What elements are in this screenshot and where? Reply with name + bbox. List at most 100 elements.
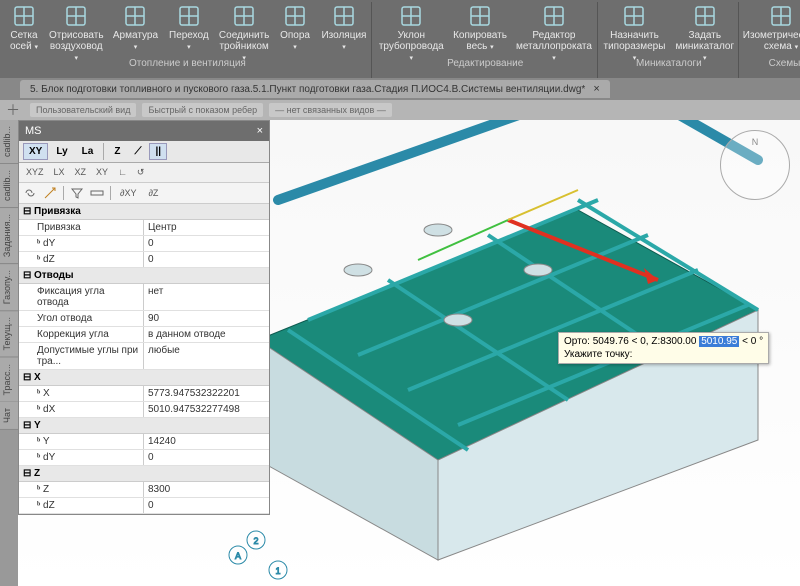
mode-tab[interactable]: Z: [108, 143, 126, 160]
ribbon-button[interactable]: Редакторметаллопроката ▾: [511, 2, 596, 56]
steel-icon: [542, 4, 566, 28]
property-value[interactable]: нет: [144, 284, 269, 310]
filter-icon[interactable]: [70, 186, 84, 200]
property-key: ᵇ dZ: [19, 498, 144, 513]
tooltip-highlight: 5010.95: [699, 336, 739, 347]
mode-tab[interactable]: ||: [149, 143, 167, 160]
property-value[interactable]: 8300: [144, 482, 269, 497]
property-row: Допустимые углы при тра...любые: [19, 343, 269, 370]
mode-tab[interactable]: XY: [23, 143, 48, 160]
document-tab[interactable]: 5. Блок подготовки топливного и пусковог…: [20, 80, 610, 98]
main-area: А 1 2 Орто: 5049.76 < 0, Z:8300.00 5010.…: [0, 120, 800, 586]
grid-icon: [12, 4, 36, 28]
tooltip-prompt: Укажите точку:: [564, 349, 763, 360]
property-row: Фиксация угла отводанет: [19, 284, 269, 311]
property-row: ᵇ dZ0: [19, 252, 269, 268]
collapse-icon: ⊟: [23, 372, 34, 383]
wand-icon[interactable]: [43, 186, 57, 200]
mode-tab[interactable]: Ly: [50, 143, 73, 160]
ribbon-button[interactable]: Задатьминикаталог ▾: [671, 2, 738, 56]
property-value[interactable]: 14240: [144, 434, 269, 449]
property-key: Угол отвода: [19, 311, 144, 326]
property-section-header[interactable]: ⊟ Y: [19, 418, 269, 434]
property-value[interactable]: 0: [144, 236, 269, 251]
close-icon[interactable]: ×: [593, 83, 599, 95]
property-section-header[interactable]: ⊟ Привязка: [19, 204, 269, 220]
svg-text:А: А: [235, 551, 241, 561]
collapse-icon: ⊟: [23, 468, 34, 479]
ribbon-button[interactable]: Назначитьтипоразмеры ▾: [600, 2, 670, 56]
property-section-header[interactable]: ⊟ X: [19, 370, 269, 386]
view-toolbar: ＋ Пользовательский вид Быстрый с показом …: [0, 100, 800, 120]
duct-icon: [64, 4, 88, 28]
ribbon-button[interactable]: Переход ▾: [164, 2, 213, 56]
plane-tab[interactable]: ↺: [134, 166, 148, 179]
support-icon: [283, 4, 307, 28]
assign-icon: [622, 4, 646, 28]
sidebar-tab[interactable]: Чат: [0, 402, 18, 430]
property-value[interactable]: 5010.947532277498: [144, 402, 269, 417]
ribbon-button[interactable]: Изоляция ▾: [317, 2, 371, 56]
ribbon-button-label: Арматура ▾: [113, 30, 159, 53]
coord-plane-tabs: XYZ LX XZXY ∟ ↺: [19, 163, 269, 183]
property-row: ᵇ dZ0: [19, 498, 269, 514]
property-grid: ⊟ ПривязкаПривязкаЦентрᵇ dY0ᵇ dZ0⊟ Отвод…: [19, 204, 269, 514]
property-value[interactable]: Центр: [144, 220, 269, 235]
plane-tab[interactable]: ∟: [115, 166, 130, 179]
ribbon-button[interactable]: Соединитьтройником ▾: [215, 2, 273, 56]
ribbon-button-label: Копироватьвесь ▾: [453, 30, 507, 53]
property-value[interactable]: 0: [144, 498, 269, 513]
svg-text:2: 2: [253, 536, 258, 546]
ribbon-button[interactable]: Опора ▾: [275, 2, 315, 56]
svg-text:1: 1: [275, 566, 280, 576]
plane-tab[interactable]: LX: [51, 166, 68, 179]
property-section-header[interactable]: ⊟ Z: [19, 466, 269, 482]
plus-icon[interactable]: ＋: [6, 100, 20, 120]
property-value[interactable]: 0: [144, 252, 269, 267]
property-value[interactable]: в данном отводе: [144, 327, 269, 342]
ribbon-button-label: Изометрическаясхема ▾: [743, 30, 800, 53]
property-section-header[interactable]: ⊟ Отводы: [19, 268, 269, 284]
ribbon-button[interactable]: Сеткаосей ▾: [4, 2, 44, 56]
close-icon[interactable]: ×: [257, 125, 263, 137]
panel-titlebar[interactable]: MS ×: [19, 121, 269, 141]
tee-icon: [232, 4, 256, 28]
plane-tab[interactable]: XYZ: [23, 166, 47, 179]
coordinate-tooltip: Орто: 5049.76 < 0, Z:8300.00 5010.95 < 0…: [558, 332, 769, 364]
mode-tab[interactable]: La: [76, 143, 100, 160]
sidebar-tab[interactable]: cadlib...: [0, 164, 18, 208]
link-icon[interactable]: [23, 186, 37, 200]
document-tab-title: 5. Блок подготовки топливного и пусковог…: [30, 84, 585, 95]
property-row: ПривязкаЦентр: [19, 220, 269, 236]
view-pill[interactable]: Быстрый с показом ребер: [142, 103, 263, 117]
sidebar-tab[interactable]: cadlib...: [0, 120, 18, 164]
navigation-gizmo[interactable]: [720, 130, 790, 200]
properties-panel: MS × XYLyLaZ⟋|| XYZLXXZXY∟↺ ∂XY ∂Z ⊟ При…: [18, 120, 270, 515]
dz-label[interactable]: ∂Z: [145, 187, 161, 199]
ribbon-button[interactable]: Уклонтрубопровода ▾: [374, 2, 449, 56]
panel-title: MS: [25, 125, 42, 137]
property-value[interactable]: любые: [144, 343, 269, 369]
plane-tab[interactable]: XY: [93, 166, 111, 179]
sidebar-tab[interactable]: Газопу...: [0, 264, 18, 311]
property-value[interactable]: 0: [144, 450, 269, 465]
sidebar-tab[interactable]: Задания...: [0, 208, 18, 264]
view-pill[interactable]: — нет связанных видов —: [269, 103, 392, 117]
property-row: ᵇ dY0: [19, 236, 269, 252]
view-pill[interactable]: Пользовательский вид: [30, 103, 136, 117]
ruler-icon[interactable]: [90, 186, 104, 200]
property-value[interactable]: 5773.947532322201: [144, 386, 269, 401]
ribbon-group: Сеткаосей ▾Отрисоватьвоздуховод ▾ Арматур…: [4, 2, 372, 78]
mode-tab[interactable]: ⟋: [128, 143, 147, 160]
ribbon-button[interactable]: Арматура ▾: [109, 2, 163, 56]
ribbon-button[interactable]: Изометрическаясхема ▾: [741, 2, 800, 56]
property-value[interactable]: 90: [144, 311, 269, 326]
ribbon-button[interactable]: Отрисоватьвоздуховод ▾: [46, 2, 107, 56]
property-row: ᵇ dY0: [19, 450, 269, 466]
sidebar-tab[interactable]: Трасс...: [0, 358, 18, 403]
sidebar-tab[interactable]: Текущ...: [0, 311, 18, 357]
plane-tab[interactable]: XZ: [72, 166, 90, 179]
dxy-label[interactable]: ∂XY: [117, 187, 139, 199]
ribbon-button[interactable]: Копироватьвесь ▾: [451, 2, 510, 56]
left-sidebar-tabs: cadlib...cadlib...Задания...Газопу...Тек…: [0, 120, 18, 586]
